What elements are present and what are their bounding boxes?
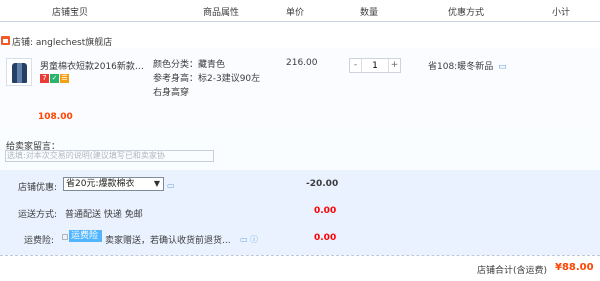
promotion: 省108:暖冬新品 ▭: [428, 59, 507, 72]
header-shop-item: 店铺宝贝: [52, 8, 89, 18]
attribute-height: 参考身高：标2-3建议90左: [153, 74, 261, 84]
unit-price: 216.00: [286, 58, 318, 68]
decrease-quantity-button[interactable]: -: [350, 59, 362, 72]
badge-credit-icon: ✓: [50, 74, 59, 83]
shop-total-label: 店铺合计(含运费): [477, 266, 548, 276]
promotion-text: 省108:暖冬新品: [428, 62, 494, 72]
shop-row: 店铺: anglechest旗舰店: [0, 34, 600, 48]
badge-7day-icon: 7: [40, 74, 49, 83]
insurance-value: 0.00: [314, 233, 337, 243]
shop-discount-selected: 省20元:爆款棉衣: [66, 179, 135, 189]
cart-item-row: 男童棉衣短款2016新款童... 7 ✓ ☰ 颜色分类：藏青色 参考身高：标2-…: [0, 48, 600, 128]
jacket-image: [12, 63, 27, 83]
insurance-label: 运费险:: [24, 236, 55, 246]
shipping-value: 0.00: [314, 206, 337, 216]
attribute-note: 右身高穿: [153, 88, 190, 98]
insurance-description: 卖家赠送，若确认收货前退货...: [105, 236, 231, 246]
insurance-tag: 运费险: [69, 230, 102, 242]
header-discount: 优惠方式: [448, 8, 485, 18]
item-subtotal: 108.00: [38, 112, 73, 122]
quantity-input[interactable]: [363, 59, 387, 72]
shop-total-amount: ¥88.00: [555, 262, 594, 273]
header-quantity: 数量: [360, 8, 379, 18]
shop-discount-label: 店铺优惠:: [18, 183, 58, 193]
product-title[interactable]: 男童棉衣短款2016新款童...: [40, 59, 152, 72]
product-thumbnail[interactable]: [6, 58, 32, 86]
insurance-checkbox[interactable]: [62, 234, 68, 240]
shop-discount-value: -20.00: [306, 179, 339, 189]
header-unit-price: 单价: [286, 8, 305, 18]
shop-name[interactable]: 店铺: anglechest旗舰店: [12, 35, 112, 48]
message-input[interactable]: 选填:对本次交易的说明(建议填写已和卖家协: [5, 150, 214, 162]
increase-quantity-button[interactable]: +: [388, 59, 400, 72]
header-subtotal: 小计: [552, 8, 571, 18]
product-attributes: 颜色分类：藏青色 参考身高：标2-3建议90左 右身高穿: [153, 58, 260, 100]
shop-icon: [1, 36, 10, 45]
chevron-down-icon: ▼: [153, 179, 160, 188]
cart-header: 店铺宝贝 商品属性 单价 数量 优惠方式 小计: [0, 0, 600, 22]
shop-total-bar: 店铺合计(含运费) ¥88.00: [0, 255, 600, 281]
insurance-info-icon[interactable]: ▭: [240, 235, 248, 244]
promotion-info-icon[interactable]: ▭: [498, 62, 507, 72]
shop-discount-select[interactable]: 省20元:爆款棉衣 ▼: [63, 177, 164, 191]
shipping-label: 运送方式:: [18, 210, 58, 220]
header-attributes: 商品属性: [203, 8, 240, 18]
help-icon[interactable]: ⓘ: [250, 234, 258, 245]
shipping-method: 普通配送 快递 免邮: [65, 210, 143, 220]
badge-tmall-icon: ☰: [60, 74, 69, 83]
discount-info-icon[interactable]: ▭: [167, 181, 175, 190]
attribute-color: 颜色分类：藏青色: [153, 60, 226, 70]
quantity-stepper[interactable]: - +: [349, 58, 401, 73]
